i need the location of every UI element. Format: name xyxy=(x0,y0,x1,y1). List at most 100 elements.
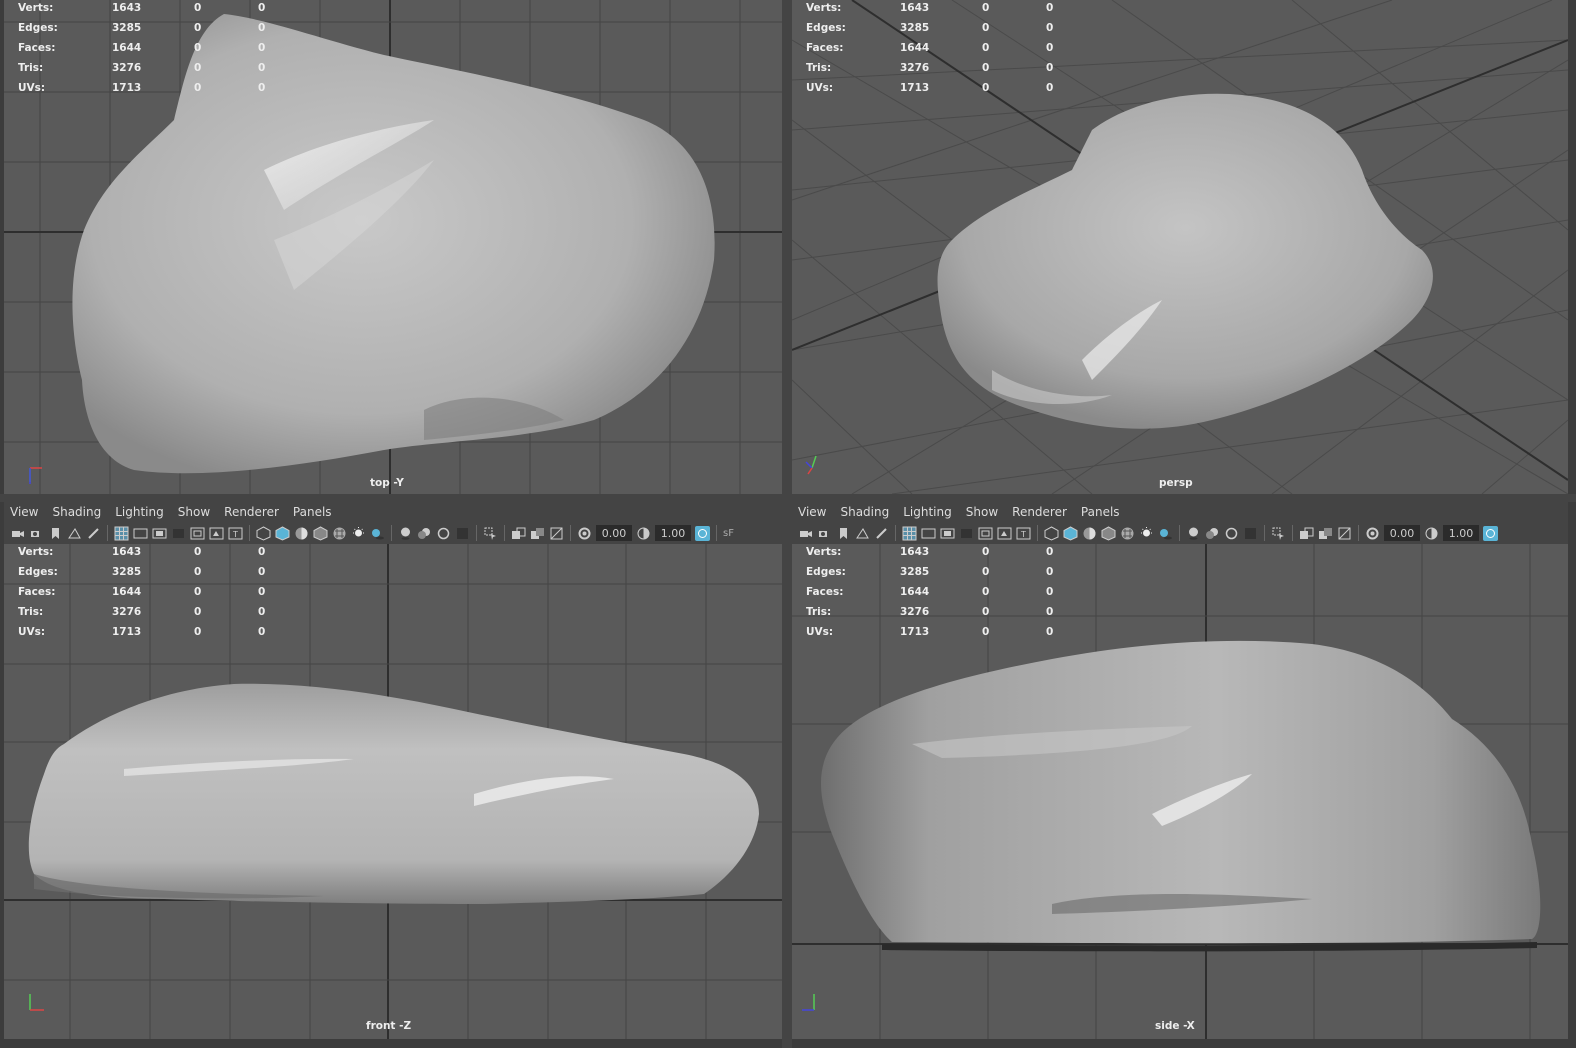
menu-lighting[interactable]: Lighting xyxy=(903,505,952,519)
camera-icon[interactable] xyxy=(798,526,813,541)
camera-label: side -X xyxy=(1155,1020,1195,1032)
panel-menubar-front: View Shading Lighting Show Renderer Pane… xyxy=(4,502,782,522)
menu-lighting[interactable]: Lighting xyxy=(115,505,164,519)
grease-pencil-icon[interactable] xyxy=(86,526,101,541)
wireframe-on-shaded-icon[interactable] xyxy=(294,526,309,541)
color-management-icon[interactable] xyxy=(1483,525,1498,541)
viewport-side[interactable]: Verts: 1643 0 0 Edges: 3285 0 0 Faces: 1644 0 0 T… xyxy=(792,544,1568,1039)
exposure-field[interactable]: 0.00 xyxy=(596,525,632,541)
panel-toolbar-front: T 0.00 1.00 sF xyxy=(4,522,782,544)
exposure-icon[interactable] xyxy=(577,526,592,541)
axis-gizmo-icon xyxy=(805,455,817,475)
camera-attributes-icon[interactable] xyxy=(817,526,832,541)
depth-of-field-icon[interactable] xyxy=(1243,526,1258,541)
safe-action-icon[interactable] xyxy=(209,526,224,541)
xray-components-icon[interactable] xyxy=(549,526,564,541)
menu-show[interactable]: Show xyxy=(178,505,210,519)
rock-mesh xyxy=(937,93,1433,429)
rock-mesh xyxy=(72,14,715,474)
menu-view[interactable]: View xyxy=(798,505,826,519)
image-plane-icon[interactable] xyxy=(67,526,82,541)
gamma-field[interactable]: 1.00 xyxy=(1443,525,1479,541)
safe-title-icon[interactable]: T xyxy=(228,526,243,541)
menu-renderer[interactable]: Renderer xyxy=(1012,505,1067,519)
smooth-shade-icon[interactable] xyxy=(1063,525,1078,541)
xray-joints-icon[interactable] xyxy=(1318,526,1333,541)
anti-aliasing-icon[interactable] xyxy=(436,526,451,541)
menu-view[interactable]: View xyxy=(10,505,38,519)
menu-renderer[interactable]: Renderer xyxy=(224,505,279,519)
panel-menubar-side: View Shading Lighting Show Renderer Pane… xyxy=(792,502,1568,522)
menu-panels[interactable]: Panels xyxy=(293,505,332,519)
gate-mask-icon[interactable] xyxy=(959,526,974,541)
ambient-occlusion-icon[interactable] xyxy=(1186,526,1201,541)
grease-pencil-icon[interactable] xyxy=(874,526,889,541)
xray-joints-icon[interactable] xyxy=(530,526,545,541)
xray-components-icon[interactable] xyxy=(1337,526,1352,541)
wireframe-icon[interactable] xyxy=(256,525,271,541)
grid-icon[interactable] xyxy=(114,526,129,541)
exposure-field[interactable]: 0.00 xyxy=(1384,525,1420,541)
depth-of-field-icon[interactable] xyxy=(455,526,470,541)
rock-mesh xyxy=(28,683,759,904)
bookmark-icon[interactable] xyxy=(836,526,851,541)
shadows-icon[interactable] xyxy=(370,526,385,541)
camera-attributes-icon[interactable] xyxy=(29,526,44,541)
panel-toolbar-side: T 0.00 1.00 xyxy=(792,522,1568,544)
xray-icon[interactable] xyxy=(511,526,526,541)
menu-show[interactable]: Show xyxy=(966,505,998,519)
film-gate-icon[interactable] xyxy=(921,526,936,541)
svg-text:T: T xyxy=(1020,530,1026,539)
bookmark-icon[interactable] xyxy=(48,526,63,541)
wireframe-on-shaded-icon[interactable] xyxy=(1082,526,1097,541)
gamma-icon[interactable] xyxy=(1424,526,1439,541)
camera-icon[interactable] xyxy=(10,526,25,541)
viewport-front[interactable]: Verts: 1643 0 0 Edges: 3285 0 0 Faces: 1644 0 0 T… xyxy=(4,544,782,1039)
checker-icon[interactable] xyxy=(1120,526,1135,541)
truncated-toolbar-label: sF xyxy=(723,527,734,539)
exposure-icon[interactable] xyxy=(1365,526,1380,541)
camera-label: front -Z xyxy=(366,1020,412,1032)
safe-action-icon[interactable] xyxy=(997,526,1012,541)
svg-text:T: T xyxy=(232,530,238,539)
lights-icon[interactable] xyxy=(351,526,366,541)
color-management-icon[interactable] xyxy=(695,525,710,541)
gamma-field[interactable]: 1.00 xyxy=(655,525,691,541)
checker-icon[interactable] xyxy=(332,526,347,541)
field-chart-icon[interactable] xyxy=(978,526,993,541)
film-gate-icon[interactable] xyxy=(133,526,148,541)
axis-gizmo-icon xyxy=(29,994,44,1011)
smooth-shade-icon[interactable] xyxy=(275,525,290,541)
horizontal-panel-divider[interactable] xyxy=(0,494,1576,502)
textured-icon[interactable] xyxy=(1101,525,1116,541)
ambient-occlusion-icon[interactable] xyxy=(398,526,413,541)
vertical-panel-divider[interactable] xyxy=(782,0,792,1048)
camera-label: persp xyxy=(1159,477,1193,489)
wireframe-icon[interactable] xyxy=(1044,525,1059,541)
axis-gizmo-icon xyxy=(29,467,42,484)
gate-mask-icon[interactable] xyxy=(171,526,186,541)
gamma-icon[interactable] xyxy=(636,526,651,541)
xray-icon[interactable] xyxy=(1299,526,1314,541)
viewport-persp[interactable]: Verts: 1643 0 0 Edges: 3285 0 0 Faces: 1644 0 0 T… xyxy=(792,0,1568,494)
menu-panels[interactable]: Panels xyxy=(1081,505,1120,519)
camera-label: top -Y xyxy=(370,477,404,489)
viewport-top[interactable]: Verts: 1643 0 0 Edges: 3285 0 0 Faces: 1644 0 0 T… xyxy=(4,0,782,494)
image-plane-icon[interactable] xyxy=(855,526,870,541)
textured-icon[interactable] xyxy=(313,525,328,541)
menu-shading[interactable]: Shading xyxy=(840,505,889,519)
safe-title-icon[interactable]: T xyxy=(1016,526,1031,541)
shadows-icon[interactable] xyxy=(1158,526,1173,541)
isolate-select-icon[interactable] xyxy=(1271,526,1286,541)
anti-aliasing-icon[interactable] xyxy=(1224,526,1239,541)
motion-blur-icon[interactable] xyxy=(1205,526,1220,541)
axis-gizmo-icon xyxy=(802,994,815,1011)
lights-icon[interactable] xyxy=(1139,526,1154,541)
resolution-gate-icon[interactable] xyxy=(152,526,167,541)
menu-shading[interactable]: Shading xyxy=(52,505,101,519)
resolution-gate-icon[interactable] xyxy=(940,526,955,541)
field-chart-icon[interactable] xyxy=(190,526,205,541)
motion-blur-icon[interactable] xyxy=(417,526,432,541)
grid-icon[interactable] xyxy=(902,526,917,541)
isolate-select-icon[interactable] xyxy=(483,526,498,541)
